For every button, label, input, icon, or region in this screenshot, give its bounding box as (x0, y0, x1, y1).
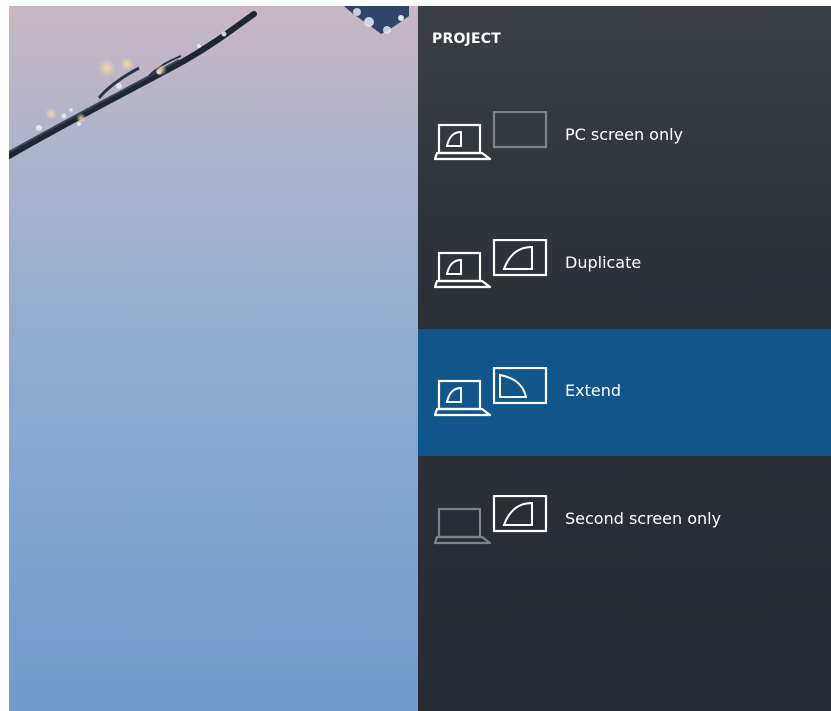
option-label: Extend (565, 381, 621, 400)
duplicate-icon (433, 238, 552, 293)
wallpaper-branch-image (9, 6, 409, 159)
screen: PROJECT PC screen only Duplicate Extend … (9, 6, 831, 711)
option-label: Second screen only (565, 509, 722, 528)
second-screen-only-icon (433, 494, 552, 549)
option-duplicate[interactable]: Duplicate (418, 201, 831, 328)
option-second-screen-only[interactable]: Second screen only (418, 457, 831, 584)
option-label: Duplicate (565, 253, 642, 272)
extend-icon (433, 366, 552, 421)
option-extend[interactable]: Extend (418, 329, 831, 456)
desktop-wallpaper (9, 6, 418, 711)
panel-title: PROJECT (432, 31, 501, 47)
project-panel: PROJECT PC screen only Duplicate Extend … (418, 6, 831, 711)
pc-screen-only-icon (433, 110, 552, 165)
option-pc-screen-only[interactable]: PC screen only (418, 73, 831, 200)
option-label: PC screen only (565, 125, 684, 144)
